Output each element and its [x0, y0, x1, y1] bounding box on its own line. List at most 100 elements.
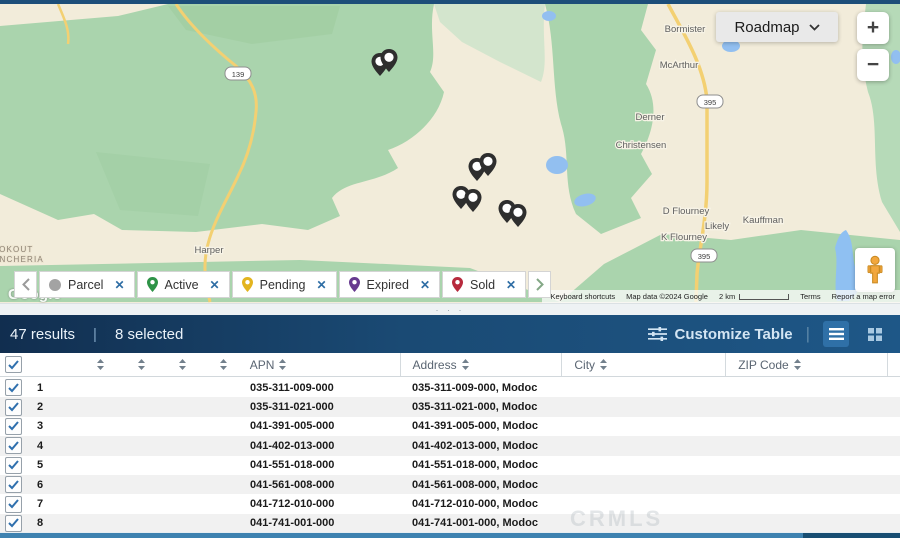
keyboard-shortcuts-link[interactable]: Keyboard shortcuts: [550, 292, 615, 301]
column-header-address[interactable]: Address: [400, 353, 562, 376]
remove-filter-icon[interactable]: ✕: [114, 278, 124, 292]
list-view-toggle[interactable]: [823, 321, 849, 347]
column-label: Address: [413, 358, 457, 372]
row-select-cell: [0, 418, 27, 435]
cell-blank: 3: [27, 420, 80, 432]
filter-chip-expired[interactable]: Expired ✕: [339, 271, 440, 298]
column-header-blank: [887, 353, 900, 376]
row-select-cell: [0, 515, 27, 532]
sliders-icon: [648, 327, 667, 341]
row-checkbox[interactable]: [5, 418, 22, 435]
sort-icon: [97, 359, 104, 370]
filter-chip-parcel[interactable]: Parcel✕: [39, 271, 135, 298]
map-label-mcarthur: McArthur: [660, 60, 699, 71]
filter-chip-sold[interactable]: Sold ✕: [442, 271, 526, 298]
cell-address: 041-561-008-000, Modoc: [400, 479, 562, 491]
table-body: 1035-311-009-000035-311-009-000, Modoc20…: [0, 378, 900, 533]
select-all-checkbox[interactable]: [5, 356, 22, 373]
table-row[interactable]: 6041-561-008-000041-561-008-000, Modoc: [0, 475, 900, 494]
row-checkbox[interactable]: [5, 515, 22, 532]
list-view-icon: [829, 328, 844, 340]
remove-filter-icon[interactable]: ✕: [210, 278, 220, 292]
row-select-cell: [0, 476, 27, 493]
row-checkbox[interactable]: [5, 379, 22, 396]
cell-address: 035-311-021-000, Modoc: [400, 401, 562, 413]
cell-blank: 6: [27, 479, 80, 491]
street-view-pegman[interactable]: [855, 248, 895, 292]
splitter-drag-handle[interactable]: · · ·: [436, 307, 465, 313]
filter-chip-label: Sold: [470, 278, 495, 292]
sort-icon: [138, 359, 145, 370]
map-label-christensen: Christensen: [616, 140, 667, 151]
map-type-label: Roadmap: [734, 19, 799, 36]
scale-label: 2 km: [719, 292, 735, 301]
column-header-blank[interactable]: [162, 353, 203, 376]
zoom-in-button[interactable]: +: [857, 12, 889, 44]
route-shield-395: 395: [691, 249, 717, 262]
cell-address: 041-391-005-000, Modoc: [400, 420, 562, 432]
results-separator: |: [93, 326, 97, 343]
crmls-watermark: CRMLS: [570, 506, 663, 532]
chips-scroll-left-button[interactable]: [14, 271, 37, 298]
checkmark-icon: [8, 383, 19, 393]
map-attribution: Keyboard shortcuts Map data ©2024 Google…: [542, 290, 900, 303]
filter-chip-label: Active: [165, 278, 199, 292]
table-row[interactable]: 5041-551-018-000041-551-018-000, Modoc: [0, 456, 900, 475]
column-header-blank[interactable]: [80, 353, 121, 376]
toolbar-divider: |: [806, 324, 810, 344]
zoom-in-label: +: [867, 16, 879, 40]
row-checkbox[interactable]: [5, 399, 22, 416]
column-header-blank[interactable]: [203, 353, 244, 376]
column-header-blank[interactable]: [121, 353, 162, 376]
row-select-cell: [0, 457, 27, 474]
column-label: City: [574, 358, 595, 372]
checkmark-icon: [8, 480, 19, 490]
table-row[interactable]: 2035-311-021-000035-311-021-000, Modoc: [0, 397, 900, 416]
table-row[interactable]: 3041-391-005-000041-391-005-000, Modoc: [0, 417, 900, 436]
checkmark-icon: [8, 441, 19, 451]
row-checkbox[interactable]: [5, 457, 22, 474]
map-label-kauffman: Kauffman: [743, 215, 784, 226]
cell-apn: 041-402-013-000: [244, 440, 400, 452]
select-all-cell: [0, 353, 27, 376]
map-canvas[interactable]: 139395395 BormisterMcArthurDernerChriste…: [0, 4, 900, 303]
remove-filter-icon[interactable]: ✕: [420, 278, 430, 292]
column-label: ZIP Code: [738, 358, 788, 372]
remove-filter-icon[interactable]: ✕: [506, 278, 516, 292]
route-shield-139: 139: [225, 67, 251, 80]
checkmark-icon: [8, 402, 19, 412]
table-header-row: APN Address City ZIP Code: [0, 353, 900, 377]
filter-chip-active[interactable]: Active ✕: [137, 271, 230, 298]
table-row[interactable]: 1035-311-009-000035-311-009-000, Modoc: [0, 378, 900, 397]
chips-scroll-right-button[interactable]: [528, 271, 551, 298]
column-header-apn[interactable]: APN: [244, 353, 400, 376]
bottom-bar: [0, 533, 900, 538]
svg-text:139: 139: [232, 70, 245, 79]
grid-view-toggle[interactable]: [862, 321, 888, 347]
terms-link[interactable]: Terms: [800, 292, 820, 301]
remove-filter-icon[interactable]: ✕: [316, 278, 326, 292]
sort-icon: [220, 359, 227, 370]
results-count: 47 results: [10, 326, 75, 343]
column-header-city[interactable]: City: [561, 353, 725, 376]
map-type-dropdown[interactable]: Roadmap: [716, 12, 838, 42]
zoom-out-button[interactable]: −: [857, 49, 889, 81]
row-checkbox[interactable]: [5, 496, 22, 513]
table-row[interactable]: 8041-741-001-000041-741-001-000, Modoc: [0, 514, 900, 533]
table-row[interactable]: 7041-712-010-000041-712-010-000, Modoc: [0, 494, 900, 513]
customize-table-button[interactable]: Customize Table: [648, 326, 793, 343]
cell-address: 035-311-009-000, Modoc: [400, 382, 562, 394]
zoom-out-label: −: [867, 53, 879, 77]
filter-chip-pending[interactable]: Pending✕: [232, 271, 337, 298]
column-header-zip-code[interactable]: ZIP Code: [725, 353, 887, 376]
map-label-harper: Harper: [194, 245, 223, 256]
map-label-bormister: Bormister: [665, 24, 706, 35]
sort-icon: [279, 359, 286, 370]
filter-chips-bar: Parcel✕Active✕Pending✕Expired✕Sold✕: [14, 271, 551, 298]
report-map-error-link[interactable]: Report a map error: [832, 292, 895, 301]
filter-chip-label: Expired: [367, 278, 409, 292]
row-checkbox[interactable]: [5, 437, 22, 454]
table-row[interactable]: 4041-402-013-000041-402-013-000, Modoc: [0, 436, 900, 455]
row-checkbox[interactable]: [5, 476, 22, 493]
chevron-right-icon: [536, 278, 544, 291]
